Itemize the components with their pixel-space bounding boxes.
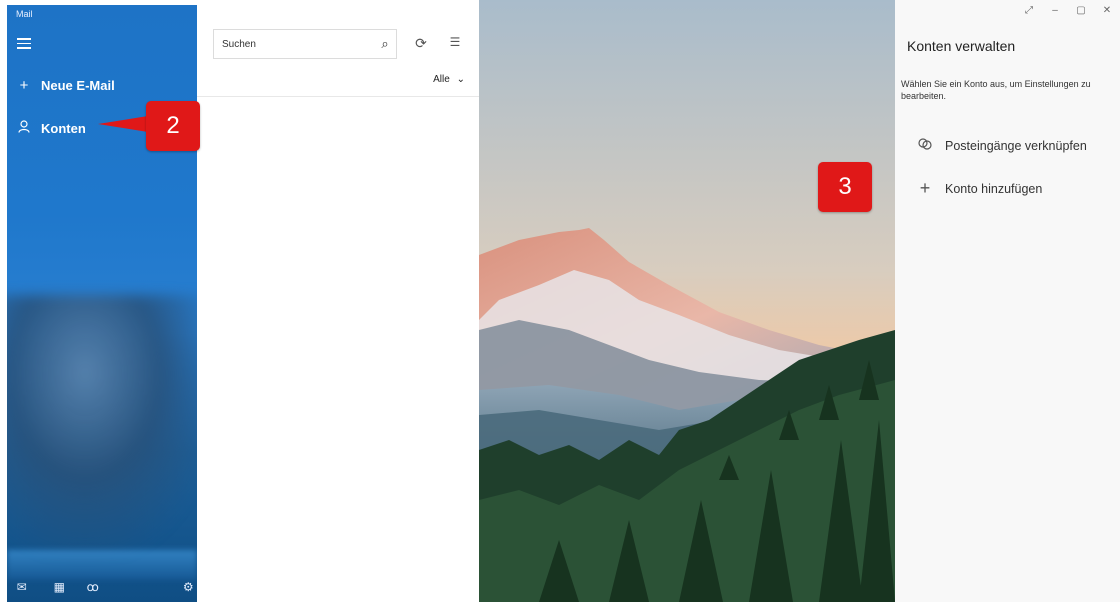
callout-3: 3 bbox=[818, 162, 872, 212]
annotation-arrows bbox=[98, 116, 868, 200]
callout-2: 2 bbox=[146, 101, 200, 151]
